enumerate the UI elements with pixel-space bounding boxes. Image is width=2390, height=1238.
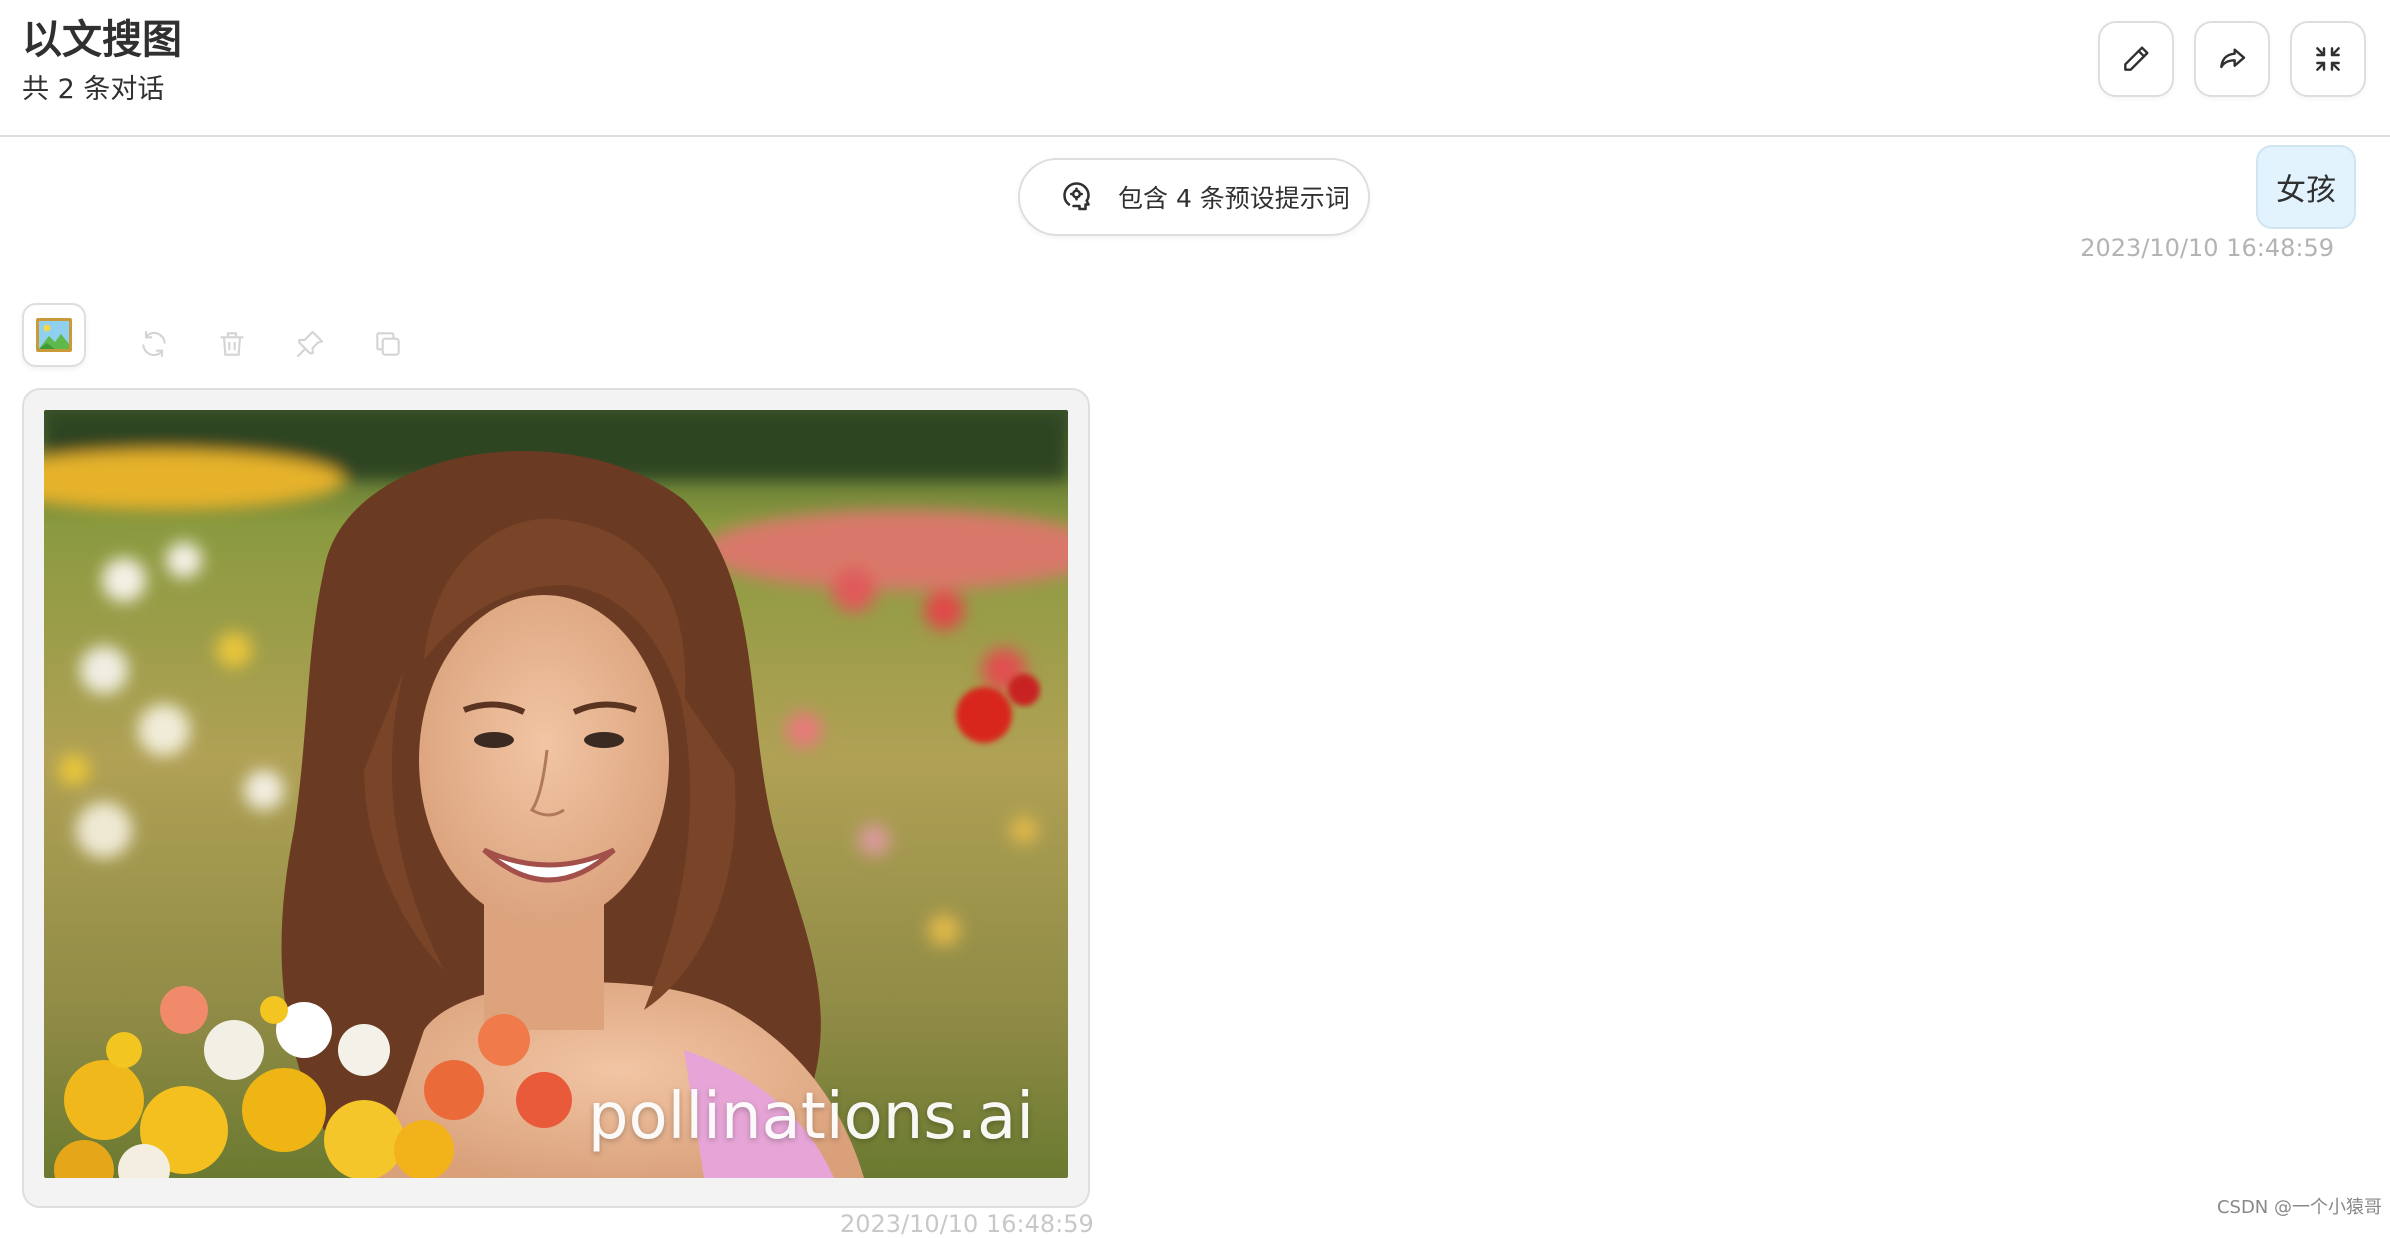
portrait-illustration	[44, 410, 1068, 1178]
user-message-time: 2023/10/10 16:48:59	[2080, 234, 2334, 262]
preset-prompts-toggle[interactable]: 包含 4 条预设提示词	[1018, 158, 1370, 236]
picture-icon	[36, 318, 72, 352]
retry-button[interactable]	[136, 326, 172, 362]
share-icon	[2220, 48, 2246, 69]
chat-header: 以文搜图 共 2 条对话	[0, 0, 2390, 137]
pin-button[interactable]	[292, 326, 328, 362]
refresh-icon	[142, 330, 166, 358]
pencil-icon	[2124, 46, 2149, 71]
bot-message-time: 2023/10/10 16:48:59	[840, 1210, 1094, 1238]
share-button[interactable]	[2194, 21, 2270, 97]
delete-button[interactable]	[214, 326, 250, 362]
delete-icon	[220, 332, 244, 356]
bot-message: pollinations.ai	[22, 388, 1090, 1208]
copy-icon	[376, 332, 400, 356]
brain-icon	[1063, 182, 1090, 211]
bot-avatar	[22, 303, 86, 367]
page-watermark: CSDN @一个小猿哥	[2216, 1197, 2382, 1218]
edit-button[interactable]	[2098, 21, 2174, 97]
conversation-count: 共 2 条对话	[22, 74, 165, 105]
page-title: 以文搜图	[22, 17, 182, 63]
collapse-icon	[2316, 47, 2340, 71]
user-message: 女孩	[2256, 145, 2356, 229]
preset-prompts-label: 包含 4 条预设提示词	[1118, 184, 1350, 213]
pin-icon	[296, 330, 324, 358]
image-watermark: pollinations.ai	[587, 1080, 1034, 1154]
minimize-button[interactable]	[2290, 21, 2366, 97]
copy-button[interactable]	[370, 326, 406, 362]
message-actions	[136, 326, 406, 362]
generated-image[interactable]: pollinations.ai	[44, 410, 1068, 1178]
